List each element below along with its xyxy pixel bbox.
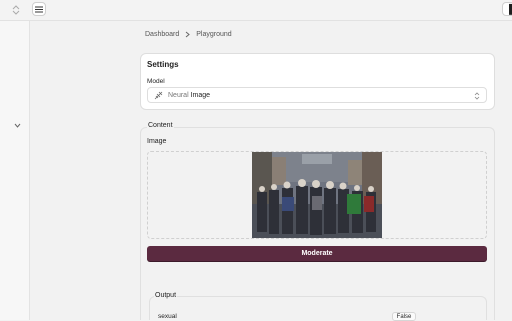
sidebar (0, 21, 30, 320)
model-name: Image (190, 92, 211, 99)
chevron-down-icon[interactable] (11, 120, 23, 130)
output-row-label: sexual (158, 313, 177, 320)
model-value: Neural Image (168, 92, 210, 99)
image-label: Image (147, 138, 167, 145)
chevron-right-icon (185, 31, 191, 38)
edge-button[interactable]: ▌ (502, 2, 512, 16)
menu-icon (33, 3, 45, 15)
output-legend: Output (154, 292, 178, 299)
output-group (149, 296, 487, 320)
content-legend: Content (147, 122, 174, 129)
uploaded-image[interactable] (252, 152, 382, 238)
breadcrumb: Dashboard Playground (145, 31, 232, 38)
model-icon (153, 91, 163, 100)
model-prefix: Neural (168, 92, 189, 99)
select-arrows-icon (473, 91, 481, 100)
moderate-button[interactable]: Moderate (147, 246, 487, 261)
menu-button[interactable] (32, 2, 46, 16)
settings-title: Settings (147, 60, 179, 69)
model-label: Model (147, 78, 165, 85)
sort-icon[interactable] (11, 4, 21, 16)
top-bar (0, 0, 512, 21)
breadcrumb-playground: Playground (196, 31, 232, 38)
settings-card: Settings Model Neural Image (140, 53, 495, 110)
breadcrumb-dashboard[interactable]: Dashboard (145, 31, 179, 38)
model-select[interactable]: Neural Image (147, 87, 487, 103)
